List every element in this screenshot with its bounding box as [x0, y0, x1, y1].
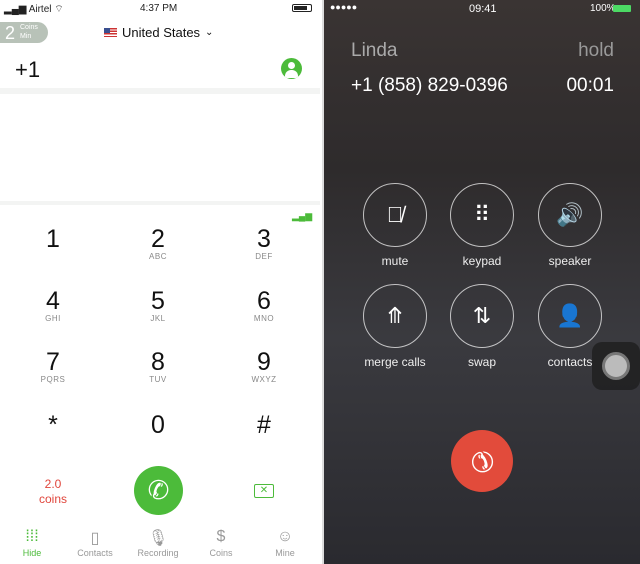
- key-6[interactable]: 6 MNO: [224, 288, 304, 323]
- backspace-icon: ✕: [259, 485, 269, 496]
- keypad-icon: ⠿: [473, 202, 491, 227]
- mute-icon: 🎙̸: [386, 202, 404, 227]
- dial-number[interactable]: +1: [15, 57, 40, 83]
- caller-name: Linda: [351, 40, 398, 61]
- contacts-icon: 👤: [556, 303, 584, 328]
- speaker-icon: 🔊: [556, 202, 584, 227]
- end-call-button[interactable]: ✆: [451, 430, 513, 492]
- key-3[interactable]: 3 DEF: [224, 226, 304, 261]
- call-rate: 2.0 coins: [38, 477, 67, 506]
- keypad-button[interactable]: ⠿: [450, 183, 514, 247]
- dollar-coin-icon: $: [216, 528, 226, 545]
- tab-recording[interactable]: 🎙 Recording: [128, 528, 188, 558]
- speaker-label: speaker: [548, 254, 592, 268]
- backspace-button[interactable]: ✕: [254, 484, 274, 498]
- tab-contacts[interactable]: ▯ Contacts: [65, 528, 125, 558]
- carrier-label: ▂▄▆ Airtel ︎⌔: [4, 4, 64, 15]
- key-7[interactable]: 7 PQRS: [13, 349, 93, 384]
- key-2[interactable]: 2 ABC: [118, 226, 198, 261]
- merge-calls-button[interactable]: ⤊: [363, 284, 427, 348]
- coins-badge[interactable]: 2 Coins Min: [0, 22, 48, 43]
- speaker-button[interactable]: 🔊: [538, 183, 602, 247]
- swap-icon: ⇅: [472, 303, 492, 328]
- battery-icon: [613, 5, 631, 12]
- assistive-touch-button[interactable]: [592, 342, 640, 390]
- key-9[interactable]: 9 WXYZ: [224, 349, 304, 384]
- contacts-book-icon: ▯: [90, 530, 100, 547]
- chevron-down-icon: ⌄: [205, 27, 214, 38]
- microphone-icon: 🎙: [147, 530, 169, 547]
- mute-label: mute: [381, 254, 409, 268]
- merge-calls-icon: ⤊: [385, 303, 405, 328]
- divider: [0, 88, 320, 94]
- phone-number: +1 (858) 829-0396: [351, 75, 508, 96]
- divider: [0, 201, 320, 205]
- us-flag-icon: [104, 28, 117, 37]
- profile-icon: ☺: [276, 528, 294, 545]
- country-selector[interactable]: United States ⌄: [104, 25, 213, 40]
- keypad-label: keypad: [462, 254, 502, 268]
- call-duration: 00:01: [566, 75, 614, 96]
- signal-icon: ▂▄▆: [292, 211, 313, 221]
- contacts-button[interactable]: 👤: [538, 284, 602, 348]
- tab-hide[interactable]: ⁞⁞⁞ Hide: [2, 528, 62, 558]
- call-state: hold: [578, 40, 614, 61]
- key-hash[interactable]: #: [224, 412, 304, 438]
- call-button[interactable]: ✆: [134, 466, 183, 515]
- key-1[interactable]: 1: [13, 226, 93, 252]
- key-0[interactable]: 0: [118, 412, 198, 438]
- battery-icon: [292, 4, 312, 12]
- incall-screen: ●●●●● ︎ 09:41 100% Linda hold +1 (858) 8…: [324, 0, 640, 564]
- status-time: 4:37 PM: [140, 3, 178, 14]
- phone-icon: ✆: [147, 475, 170, 505]
- key-5[interactable]: 5 JKL: [118, 288, 198, 323]
- swap-label: swap: [467, 355, 496, 369]
- key-8[interactable]: 8 TUV: [118, 349, 198, 384]
- contact-picker-icon[interactable]: [281, 58, 302, 79]
- dialer-app: ▂▄▆ Airtel ︎⌔ 4:37 PM 2 Coins Min United…: [0, 0, 322, 564]
- status-time: 09:41: [469, 3, 497, 15]
- tab-coins[interactable]: $ Coins: [191, 528, 251, 558]
- key-star[interactable]: *: [13, 412, 93, 438]
- battery-percent: 100%: [590, 3, 616, 14]
- phone-hangup-icon: ✆: [463, 442, 502, 481]
- tab-mine[interactable]: ☺ Mine: [255, 528, 315, 558]
- mute-button[interactable]: 🎙̸: [363, 183, 427, 247]
- keypad-icon: ⁞⁞⁞: [25, 528, 39, 545]
- swap-button[interactable]: ⇅: [450, 284, 514, 348]
- signal-dots: ●●●●● ︎: [330, 2, 360, 12]
- key-4[interactable]: 4 GHI: [13, 288, 93, 323]
- merge-calls-label: merge calls: [364, 355, 426, 369]
